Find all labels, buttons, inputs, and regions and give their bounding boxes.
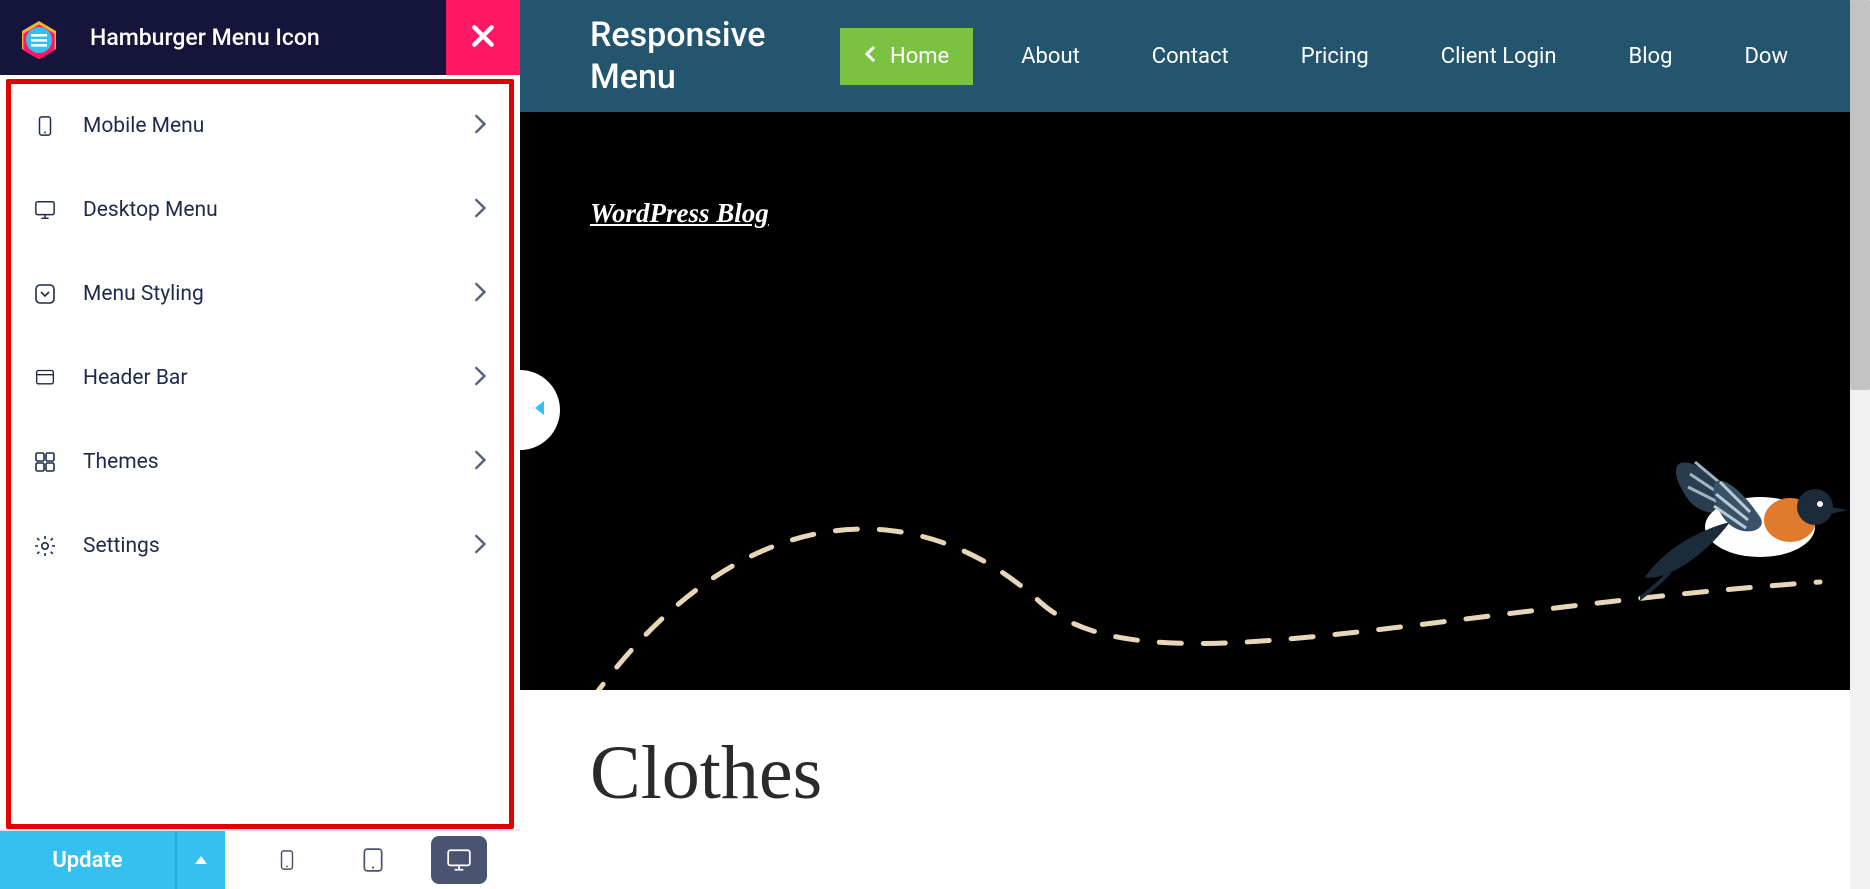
nav-item-pricing[interactable]: Pricing (1277, 28, 1393, 85)
sidebar-item-label: Mobile Menu (83, 114, 473, 138)
sidebar-header: Hamburger Menu Icon (0, 0, 520, 75)
nav-item-client-login[interactable]: Client Login (1417, 28, 1581, 85)
sidebar-menu: Mobile Menu Desktop Menu Menu Styling He… (6, 79, 514, 829)
caret-up-icon (193, 851, 209, 870)
nav-item-about[interactable]: About (997, 28, 1104, 85)
chevron-left-icon (864, 44, 876, 69)
chevron-right-icon (473, 533, 487, 559)
main-nav: Home About Contact Pricing Client Login … (840, 27, 1830, 85)
hero-section: WordPress Blog (520, 112, 1870, 690)
brand-line2: Menu (590, 57, 676, 97)
sidebar-item-label: Desktop Menu (83, 198, 473, 222)
page-scrollbar[interactable] (1850, 0, 1870, 889)
content-heading: Clothes (590, 730, 1870, 817)
bird-illustration (1640, 432, 1850, 612)
sidebar-item-header-bar[interactable]: Header Bar (11, 336, 509, 420)
sidebar-item-mobile-menu[interactable]: Mobile Menu (11, 84, 509, 168)
themes-icon (33, 450, 57, 474)
sidebar-item-label: Themes (83, 450, 473, 474)
gear-icon (33, 534, 57, 558)
close-button[interactable] (446, 0, 520, 75)
device-tablet-button[interactable] (345, 836, 401, 884)
sidebar-item-menu-styling[interactable]: Menu Styling (11, 252, 509, 336)
dropdown-icon (33, 282, 57, 306)
nav-item-overflow-left[interactable]: Dow (1720, 28, 1794, 85)
sidebar-item-label: Menu Styling (83, 282, 473, 306)
chevron-right-icon (473, 365, 487, 391)
nav-item-home[interactable]: Home (840, 28, 973, 85)
nav-item-contact[interactable]: Contact (1128, 28, 1253, 85)
sidebar-item-settings[interactable]: Settings (11, 504, 509, 588)
settings-sidebar: Hamburger Menu Icon Mobile Menu Desktop … (0, 0, 520, 889)
desktop-icon (33, 198, 57, 222)
nav-label: Home (890, 44, 949, 69)
caret-left-icon (532, 399, 548, 421)
chevron-right-icon (473, 197, 487, 223)
update-button[interactable]: Update (0, 831, 175, 889)
close-icon (470, 23, 496, 53)
chevron-right-icon (473, 113, 487, 139)
sidebar-footer: Update (0, 829, 520, 889)
preview-area: Responsive Menu Home About Contact Prici… (520, 0, 1870, 889)
scrollbar-thumb[interactable] (1850, 0, 1870, 390)
sidebar-item-label: Settings (83, 534, 473, 558)
hero-link[interactable]: WordPress Blog (590, 198, 769, 229)
preview-site-header: Responsive Menu Home About Contact Prici… (520, 0, 1870, 112)
sidebar-item-themes[interactable]: Themes (11, 420, 509, 504)
chevron-right-icon (473, 449, 487, 475)
device-switcher (225, 831, 520, 889)
header-icon (33, 366, 57, 390)
brand-line1: Responsive (590, 15, 765, 55)
update-options-toggle[interactable] (175, 831, 225, 889)
sidebar-item-label: Header Bar (83, 366, 473, 390)
sidebar-item-desktop-menu[interactable]: Desktop Menu (11, 168, 509, 252)
device-mobile-button[interactable] (259, 836, 315, 884)
device-desktop-button[interactable] (431, 836, 487, 884)
mobile-icon (33, 114, 57, 138)
app-logo-icon (18, 17, 60, 59)
chevron-right-icon (473, 281, 487, 307)
nav-item-blog[interactable]: Blog (1605, 28, 1697, 85)
site-brand[interactable]: Responsive Menu (590, 14, 820, 99)
sidebar-title: Hamburger Menu Icon (90, 24, 320, 51)
